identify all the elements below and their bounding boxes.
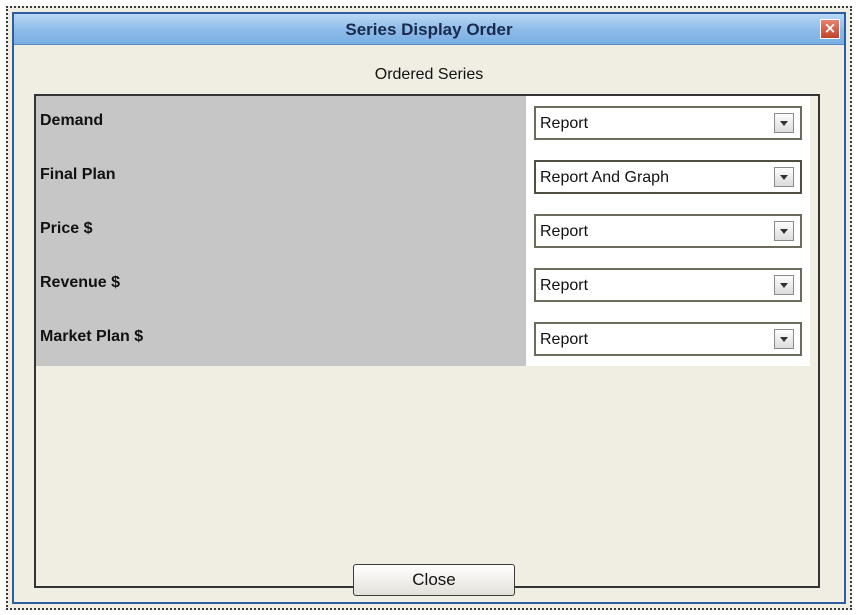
panel-heading: Ordered Series — [374, 66, 484, 83]
close-icon[interactable]: × — [820, 19, 840, 39]
series-list: Demand Report Final Plan Report And Grap… — [34, 94, 820, 588]
chevron-down-icon[interactable] — [774, 221, 794, 241]
select-cell: Report — [526, 312, 810, 366]
series-row: Market Plan $ Report — [36, 312, 818, 366]
series-row: Price $ Report — [36, 204, 818, 258]
display-mode-select[interactable]: Report — [534, 268, 802, 302]
series-label: Revenue $ — [40, 274, 121, 291]
selected-value: Report — [540, 277, 589, 294]
title-bar[interactable]: Series Display Order × — [14, 14, 844, 45]
select-cell: Report — [526, 258, 810, 312]
selected-value: Report — [540, 115, 589, 132]
series-label: Final Plan — [40, 166, 116, 183]
display-mode-select[interactable]: Report — [534, 106, 802, 140]
dialog-title: Series Display Order — [345, 20, 513, 39]
display-mode-select[interactable]: Report — [534, 214, 802, 248]
series-label-cell: Demand — [36, 96, 526, 150]
series-row: Revenue $ Report — [36, 258, 818, 312]
chevron-down-icon[interactable] — [774, 329, 794, 349]
close-button[interactable]: Close — [353, 564, 515, 596]
series-label-cell: Price $ — [36, 204, 526, 258]
series-label-cell: Final Plan — [36, 150, 526, 204]
display-mode-select[interactable]: Report And Graph — [534, 160, 802, 194]
series-label: Demand — [40, 112, 104, 129]
series-row: Demand Report — [36, 96, 818, 150]
display-mode-select[interactable]: Report — [534, 322, 802, 356]
chevron-down-icon[interactable] — [774, 167, 794, 187]
series-label: Market Plan $ — [40, 328, 144, 345]
series-row: Final Plan Report And Graph — [36, 150, 818, 204]
selected-value: Report — [540, 223, 589, 240]
series-rows: Demand Report Final Plan Report And Grap… — [36, 96, 818, 366]
chevron-down-icon[interactable] — [774, 275, 794, 295]
series-label: Price $ — [40, 220, 93, 237]
select-cell: Report — [526, 96, 810, 150]
series-label-cell: Revenue $ — [36, 258, 526, 312]
select-cell: Report And Graph — [526, 150, 810, 204]
select-cell: Report — [526, 204, 810, 258]
selected-value: Report — [540, 331, 589, 348]
series-label-cell: Market Plan $ — [36, 312, 526, 366]
chevron-down-icon[interactable] — [774, 113, 794, 133]
selected-value: Report And Graph — [540, 169, 669, 186]
